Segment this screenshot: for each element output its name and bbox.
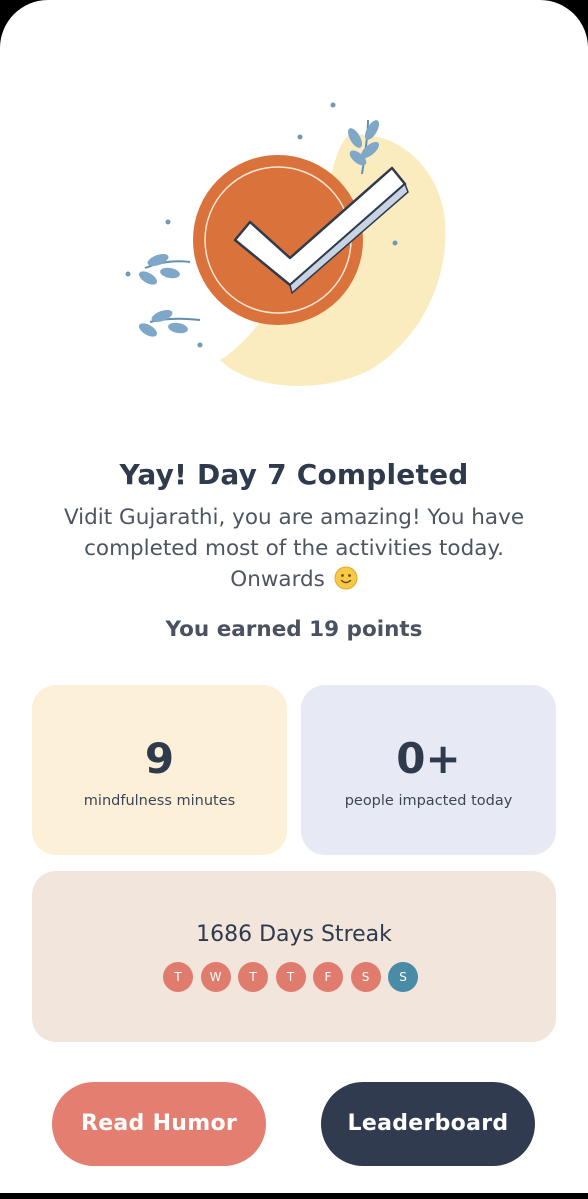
read-humor-button[interactable]: Read Humor [52, 1082, 266, 1166]
streak-title: 1686 Days Streak [196, 922, 392, 947]
people-impacted-value: 0+ [396, 734, 461, 783]
completion-title: Yay! Day 7 Completed [119, 458, 469, 491]
streak-day: T [238, 962, 268, 992]
mindfulness-minutes-value: 9 [144, 734, 175, 783]
streak-day-current: S [388, 962, 418, 992]
message-line-1: Vidit Gujarathi, you are amazing! You ha… [63, 505, 525, 530]
completion-screen: Yay! Day 7 Completed Vidit Gujarathi, yo… [0, 0, 588, 1193]
checkmark-badge-icon [125, 102, 446, 387]
mindfulness-minutes-label: mindfulness minutes [83, 793, 236, 809]
points-earned: You earned 19 points [165, 617, 423, 642]
message-line-3-text: Onwards [230, 567, 325, 592]
bottom-edge [0, 1193, 588, 1199]
streak-days: T W T T F S S [163, 962, 425, 992]
completion-message: Vidit Gujarathi, you are amazing! You ha… [44, 502, 544, 595]
streak-day: W [200, 962, 231, 992]
slightly-smiling-face-icon [334, 566, 358, 590]
people-impacted-label: people impacted today [344, 793, 513, 809]
message-line-3: Onwards [44, 564, 544, 595]
streak-day: T [163, 962, 193, 992]
streak-card [32, 871, 556, 1042]
streak-day: F [313, 962, 343, 992]
streak-day: T [275, 962, 306, 992]
leaderboard-button[interactable]: Leaderboard [321, 1082, 535, 1166]
streak-day: S [350, 962, 381, 992]
message-line-2: completed most of the activities today. [84, 536, 504, 561]
